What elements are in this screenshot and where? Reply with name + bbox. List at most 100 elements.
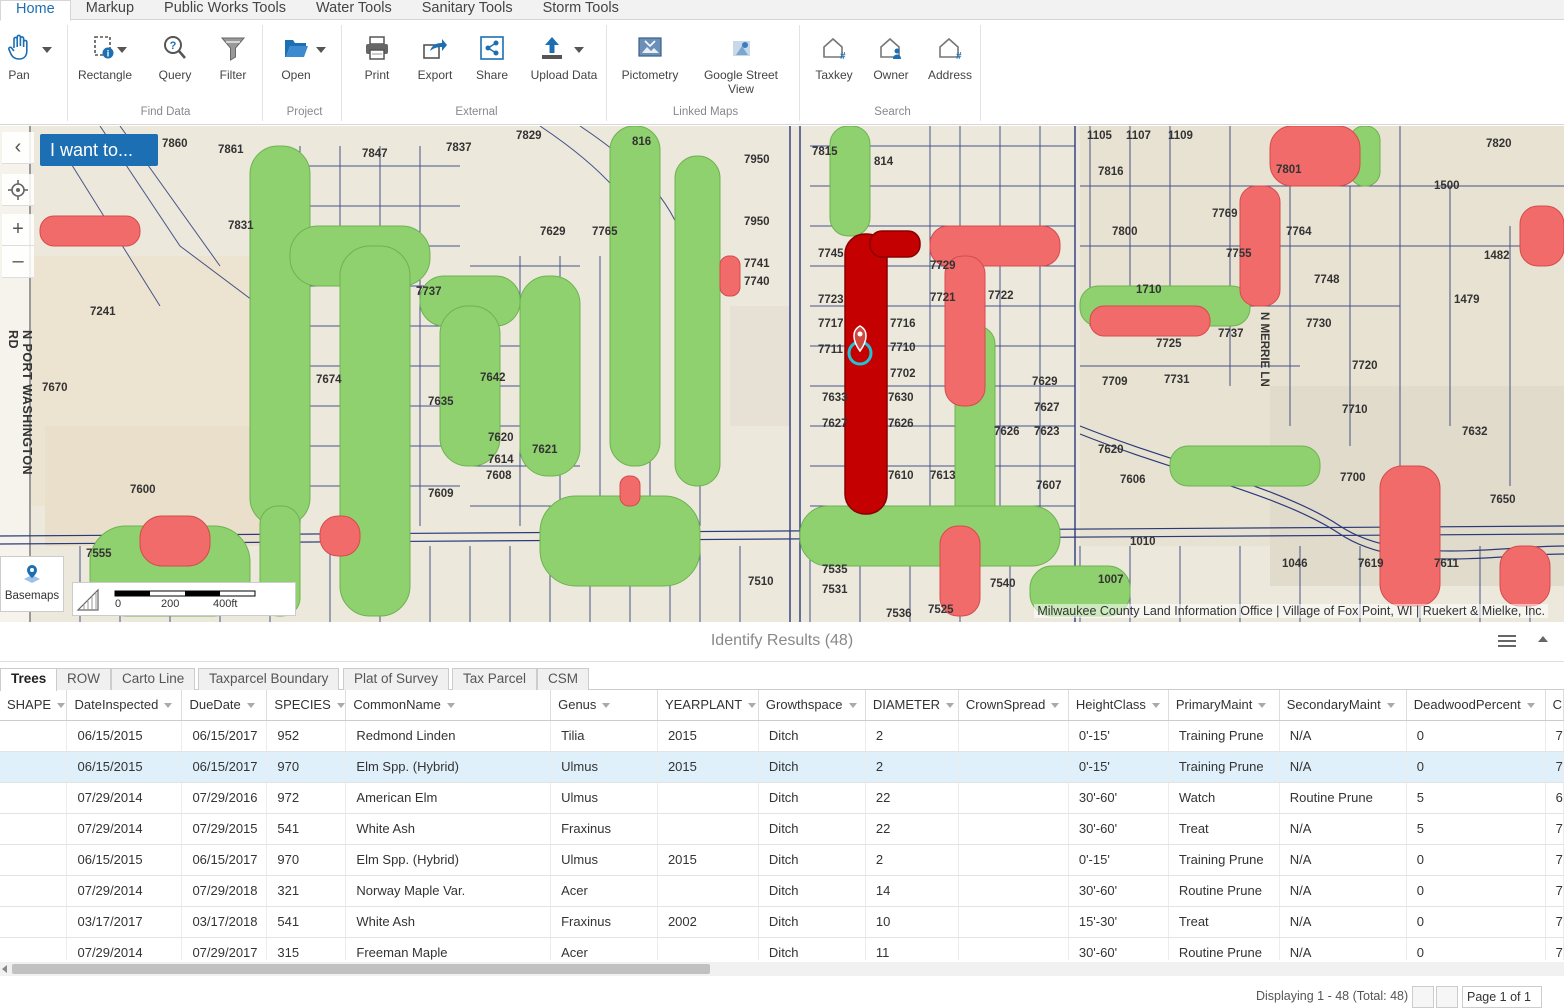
- column-header-species[interactable]: SPECIES: [266, 690, 347, 721]
- column-header-genus[interactable]: Genus: [550, 690, 658, 721]
- tab-home[interactable]: Home: [0, 0, 71, 21]
- sort-arrow-icon[interactable]: [336, 703, 345, 709]
- query-button[interactable]: ? Query: [155, 33, 195, 82]
- sort-arrow-icon[interactable]: [946, 703, 955, 709]
- plus-icon: +: [12, 218, 24, 240]
- column-header-heightclass[interactable]: HeightClass: [1068, 690, 1169, 721]
- tab-markup[interactable]: Markup: [71, 0, 149, 20]
- table-cell: 07/29/2014: [66, 813, 183, 845]
- results-tab-carto-line[interactable]: Carto Line: [111, 668, 196, 690]
- house-taxkey-icon: #: [813, 33, 855, 63]
- column-header-deadwoodpercent[interactable]: DeadwoodPercent: [1406, 690, 1546, 721]
- owner-button[interactable]: Owner: [871, 33, 911, 82]
- pictometry-button[interactable]: Pictometry: [618, 33, 682, 82]
- svg-text:?: ?: [170, 40, 177, 52]
- sort-arrow-icon[interactable]: [246, 703, 255, 709]
- column-header-growthspace[interactable]: Growthspace: [758, 690, 866, 721]
- sort-arrow-icon[interactable]: [848, 703, 857, 709]
- column-header-c[interactable]: C: [1545, 690, 1564, 721]
- pan-button[interactable]: Pan: [4, 33, 34, 82]
- tab-water-tools[interactable]: Water Tools: [301, 0, 407, 20]
- map-view[interactable]: 7860 7861 7847 7837 7829 816 7950 7815 8…: [0, 126, 1564, 622]
- sort-arrow-icon[interactable]: [1526, 703, 1535, 709]
- print-label: Print: [364, 68, 390, 82]
- map-basemap-layer: [0, 126, 1564, 622]
- pan-dropdown-caret[interactable]: [42, 47, 52, 53]
- sort-arrow-icon[interactable]: [1151, 703, 1160, 709]
- sort-arrow-icon[interactable]: [1258, 703, 1267, 709]
- table-row[interactable]: 06/15/2015 06/15/2017 970 Elm Spp. (Hybrid)…: [0, 751, 1564, 783]
- scrollbar-thumb[interactable]: [12, 964, 710, 974]
- table-row[interactable]: 07/29/2014 07/29/2016 972 American Elm Ulmus…: [0, 782, 1564, 814]
- lot-number: 7607: [1036, 480, 1062, 492]
- filter-button[interactable]: Filter: [213, 33, 253, 82]
- locate-button[interactable]: [2, 174, 34, 206]
- open-dropdown-caret[interactable]: [316, 47, 326, 53]
- open-button[interactable]: Open: [276, 33, 316, 82]
- collapse-panel-button[interactable]: ‹: [2, 132, 34, 164]
- results-tab-trees[interactable]: Trees: [0, 668, 58, 691]
- column-header-secondarymaint[interactable]: SecondaryMaint: [1279, 690, 1407, 721]
- column-header-commonname[interactable]: CommonName: [345, 690, 552, 721]
- column-header-duedate[interactable]: DueDate: [181, 690, 268, 721]
- prev-page-button[interactable]: [1436, 986, 1458, 1008]
- upload-dropdown-caret[interactable]: [574, 47, 584, 53]
- sort-arrow-icon[interactable]: [1386, 703, 1395, 709]
- column-header-primarymaint[interactable]: PrimaryMaint: [1168, 690, 1280, 721]
- column-header-shape[interactable]: SHAPE: [0, 690, 68, 721]
- sort-arrow-icon[interactable]: [1051, 703, 1060, 709]
- upload-data-button[interactable]: Upload Data: [525, 33, 603, 82]
- first-page-button[interactable]: [1412, 986, 1434, 1008]
- address-button[interactable]: # Address: [927, 33, 973, 82]
- table-cell: Fraxinus: [550, 813, 658, 845]
- table-row[interactable]: 07/29/2014 07/29/2015 541 White Ash Fraxinus…: [0, 813, 1564, 845]
- table-row[interactable]: 06/15/2015 06/15/2017 952 Redmond Linden Til…: [0, 720, 1564, 752]
- table-cell: Tilia: [550, 720, 658, 752]
- table-row[interactable]: 07/29/2014 07/29/2018 321 Norway Maple Var.…: [0, 875, 1564, 907]
- table-row[interactable]: 03/17/2017 03/17/2018 541 White Ash Fraxinus…: [0, 906, 1564, 938]
- column-header-diameter[interactable]: DIAMETER: [865, 690, 959, 721]
- table-cell: 5: [1406, 782, 1546, 814]
- results-tab-csm[interactable]: CSM: [537, 668, 589, 690]
- sort-arrow-icon[interactable]: [602, 703, 611, 709]
- lot-number: 7626: [994, 426, 1020, 438]
- basemaps-button[interactable]: Basemaps: [0, 556, 64, 612]
- minus-icon: –: [12, 250, 24, 272]
- collapse-results-button[interactable]: [1538, 636, 1548, 642]
- table-cell: 970: [266, 844, 347, 876]
- column-header-yearplant[interactable]: YEARPLANT: [657, 690, 759, 721]
- scroll-left-arrow-icon[interactable]: [2, 965, 7, 973]
- results-tab-tax-parcel[interactable]: Tax Parcel: [452, 668, 538, 690]
- rectangle-button[interactable]: i Rectangle: [75, 33, 135, 82]
- tab-storm-tools[interactable]: Storm Tools: [528, 0, 634, 20]
- table-cell: 7: [1545, 937, 1564, 960]
- column-header-label: DueDate: [189, 697, 241, 713]
- rectangle-dropdown-caret[interactable]: [117, 47, 127, 53]
- google-street-view-button[interactable]: Google Street View: [696, 33, 786, 96]
- results-menu-button[interactable]: [1498, 634, 1516, 653]
- results-tab-row[interactable]: ROW: [56, 668, 111, 690]
- sort-arrow-icon[interactable]: [748, 703, 757, 709]
- column-header-dateinspected[interactable]: DateInspected: [66, 690, 183, 721]
- table-row[interactable]: 06/15/2015 06/15/2017 970 Elm Spp. (Hybrid)…: [0, 844, 1564, 876]
- sort-arrow-icon[interactable]: [164, 703, 173, 709]
- zoom-in-button[interactable]: +: [2, 214, 34, 246]
- print-button[interactable]: Print: [357, 33, 397, 82]
- sort-arrow-icon[interactable]: [446, 703, 455, 709]
- i-want-to-menu[interactable]: I want to...: [40, 134, 158, 166]
- sort-arrow-icon[interactable]: [57, 703, 66, 709]
- table-cell: [0, 937, 68, 960]
- taxkey-button[interactable]: # Taxkey: [813, 33, 855, 82]
- results-tab-plat-of-survey[interactable]: Plat of Survey: [343, 668, 450, 690]
- export-button[interactable]: Export: [415, 33, 455, 82]
- results-tab-taxparcel-boundary[interactable]: Taxparcel Boundary: [198, 668, 340, 690]
- tab-sanitary-tools[interactable]: Sanitary Tools: [407, 0, 528, 20]
- zoom-out-button[interactable]: –: [2, 246, 34, 278]
- identify-results-header: Identify Results (48): [0, 622, 1564, 662]
- table-row[interactable]: 07/29/2014 07/29/2017 315 Freeman Maple Acer…: [0, 937, 1564, 960]
- horizontal-scrollbar[interactable]: [0, 962, 1564, 976]
- house-address-icon: #: [927, 33, 973, 63]
- column-header-crownspread[interactable]: CrownSpread: [958, 690, 1069, 721]
- share-button[interactable]: Share: [472, 33, 512, 82]
- tab-public-works-tools[interactable]: Public Works Tools: [149, 0, 301, 20]
